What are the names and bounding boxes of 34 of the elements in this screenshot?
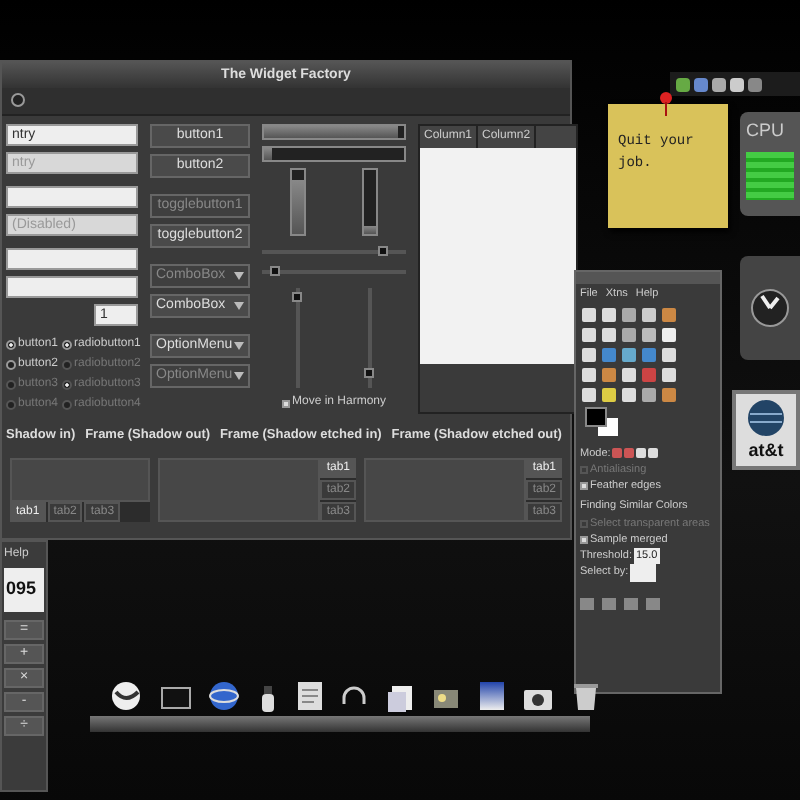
radio-button[interactable] (6, 360, 16, 370)
title-bar (576, 272, 720, 284)
camera-icon[interactable] (522, 684, 555, 712)
color-swatch-icon (580, 406, 620, 439)
sphere-icon[interactable] (110, 680, 142, 712)
document-icon[interactable] (295, 680, 324, 712)
checkbox[interactable] (281, 399, 290, 407)
checkbox[interactable] (580, 482, 588, 491)
globe-icon[interactable] (208, 680, 241, 712)
bottle-icon[interactable] (258, 684, 279, 712)
caret-icon (234, 272, 244, 280)
image-icon[interactable] (431, 684, 460, 712)
caret-icon (234, 372, 244, 380)
slider-thumb[interactable] (378, 246, 389, 256)
globe-icon (746, 398, 786, 438)
radio-button[interactable] (6, 340, 16, 350)
slider-thumb[interactable] (364, 367, 374, 377)
calculator-display: 095 (4, 568, 44, 611)
gradient-icon[interactable] (477, 680, 505, 712)
logo-text: at&t (748, 438, 784, 464)
notebook-page (10, 457, 150, 502)
cpu-label: CPU (746, 118, 787, 144)
slider-thumb[interactable] (292, 292, 302, 302)
radio-button[interactable] (62, 340, 73, 350)
checkbox[interactable] (580, 535, 588, 544)
caret-icon (234, 302, 244, 310)
monitor-icon[interactable] (159, 684, 192, 712)
documents-icon[interactable] (386, 684, 415, 712)
trash-icon[interactable] (571, 682, 600, 712)
pin-icon (660, 92, 672, 116)
cpu-graph (746, 151, 794, 199)
caret-icon (234, 342, 244, 350)
slider-thumb[interactable] (270, 266, 281, 276)
clock-icon (750, 288, 790, 328)
